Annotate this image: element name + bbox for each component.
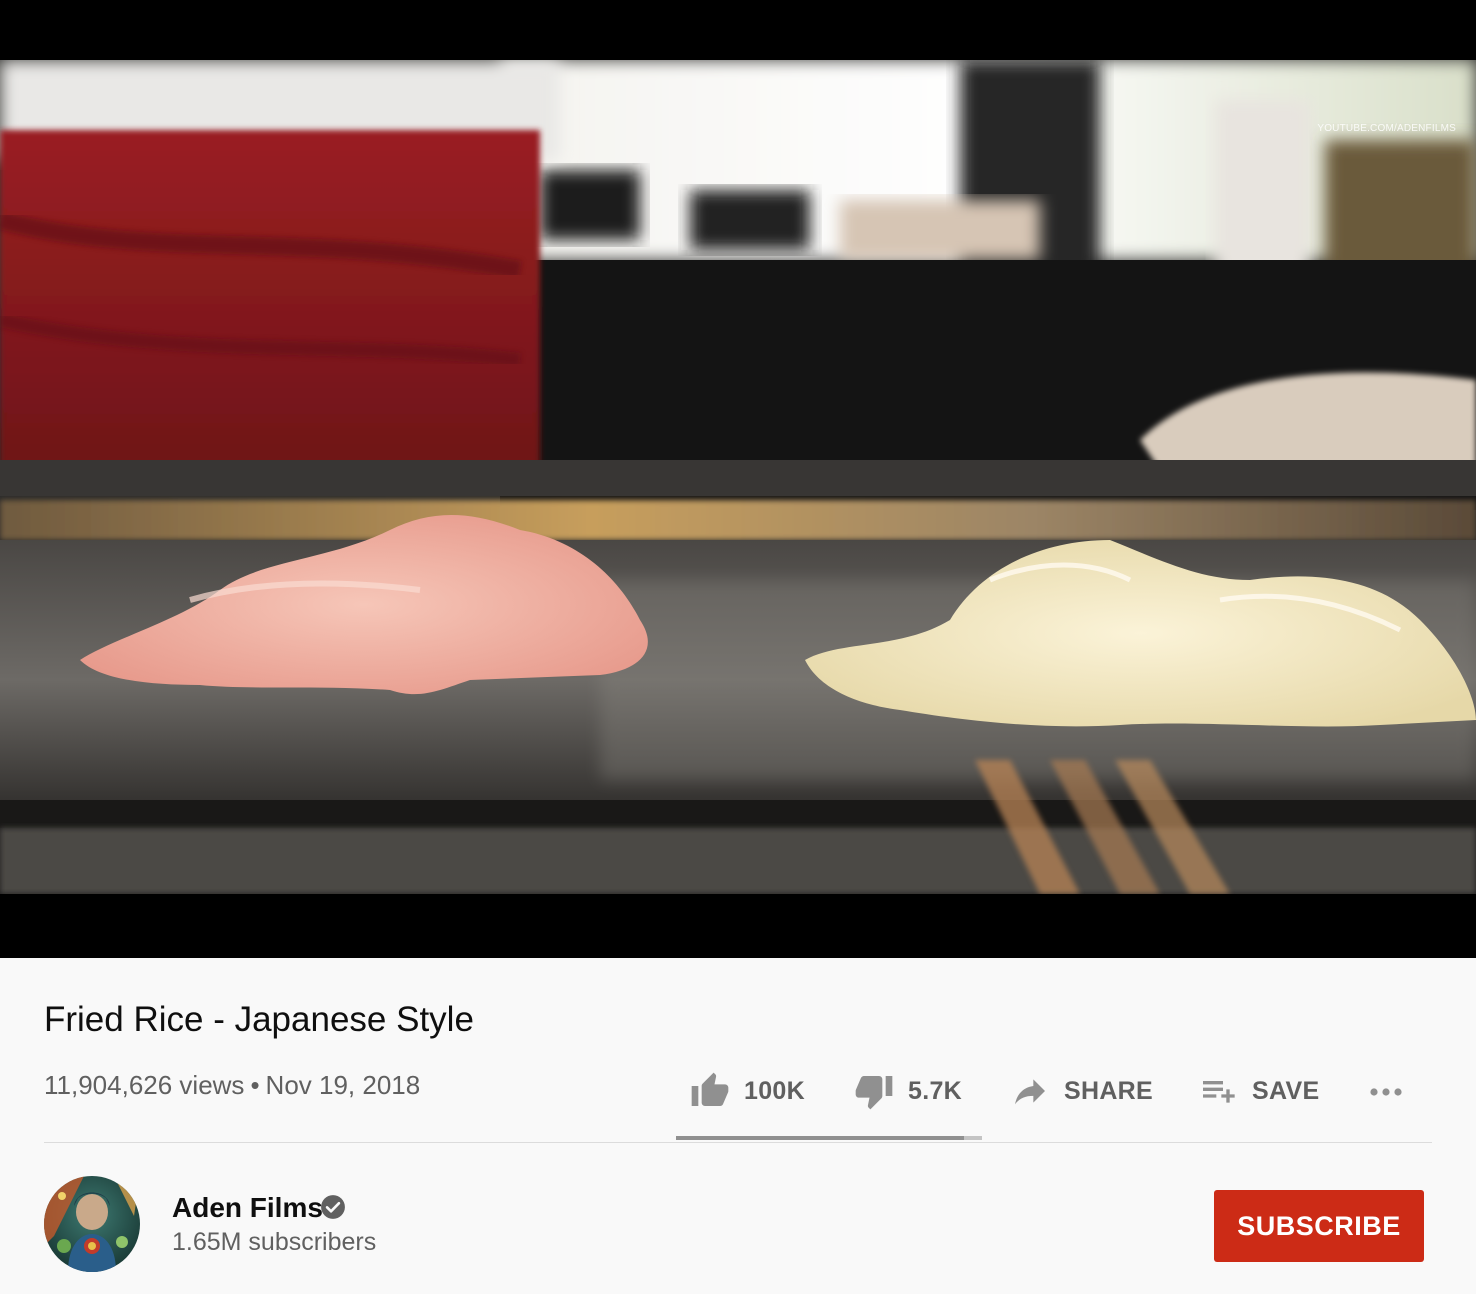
subscribe-button[interactable]: SUBSCRIBE <box>1214 1190 1424 1262</box>
share-label: SHARE <box>1064 1076 1154 1105</box>
view-count: 11,904,626 views <box>44 1070 245 1100</box>
channel-owner: Aden Films 1.65M subscribers SUBSCRIBE <box>44 1176 1432 1276</box>
video-meta: 11,904,626 views • Nov 19, 2018 <box>44 1070 420 1101</box>
save-label: SAVE <box>1252 1076 1320 1105</box>
like-dislike-bar <box>676 1136 982 1140</box>
dislike-count: 5.7K <box>908 1076 963 1105</box>
section-divider <box>44 1142 1432 1143</box>
video-player[interactable]: YOUTUBE.COM/ADENFILMS <box>0 0 1476 958</box>
channel-name[interactable]: Aden Films <box>172 1192 323 1224</box>
video-frame[interactable]: YOUTUBE.COM/ADENFILMS <box>0 60 1476 894</box>
like-button[interactable]: 100K <box>690 1068 805 1114</box>
channel-avatar[interactable] <box>44 1176 140 1272</box>
playlist-add-icon <box>1203 1081 1235 1103</box>
like-ratio-fill <box>676 1136 964 1140</box>
share-button[interactable]: SHARE <box>1010 1068 1153 1114</box>
meta-separator: • <box>250 1070 260 1100</box>
share-arrow-icon <box>1015 1079 1045 1105</box>
video-still-image <box>0 60 1476 894</box>
save-button[interactable]: SAVE <box>1198 1068 1319 1114</box>
video-watermark: YOUTUBE.COM/ADENFILMS <box>1317 123 1456 134</box>
publish-date: Nov 19, 2018 <box>265 1070 421 1100</box>
more-actions-button[interactable] <box>1366 1068 1406 1114</box>
video-title: Fried Rice - Japanese Style <box>44 1000 474 1039</box>
dislike-button[interactable]: 5.7K <box>854 1068 962 1114</box>
more-horizontal-icon <box>1370 1088 1402 1096</box>
avatar-image <box>44 1176 140 1272</box>
video-actions: 100K 5.7K SHARE SAVE <box>676 1068 1436 1118</box>
like-count: 100K <box>744 1076 805 1105</box>
thumbs-down-icon <box>855 1076 893 1110</box>
verified-badge-icon <box>321 1195 345 1219</box>
subscriber-count: 1.65M subscribers <box>172 1228 377 1256</box>
thumbs-up-icon <box>691 1072 729 1106</box>
